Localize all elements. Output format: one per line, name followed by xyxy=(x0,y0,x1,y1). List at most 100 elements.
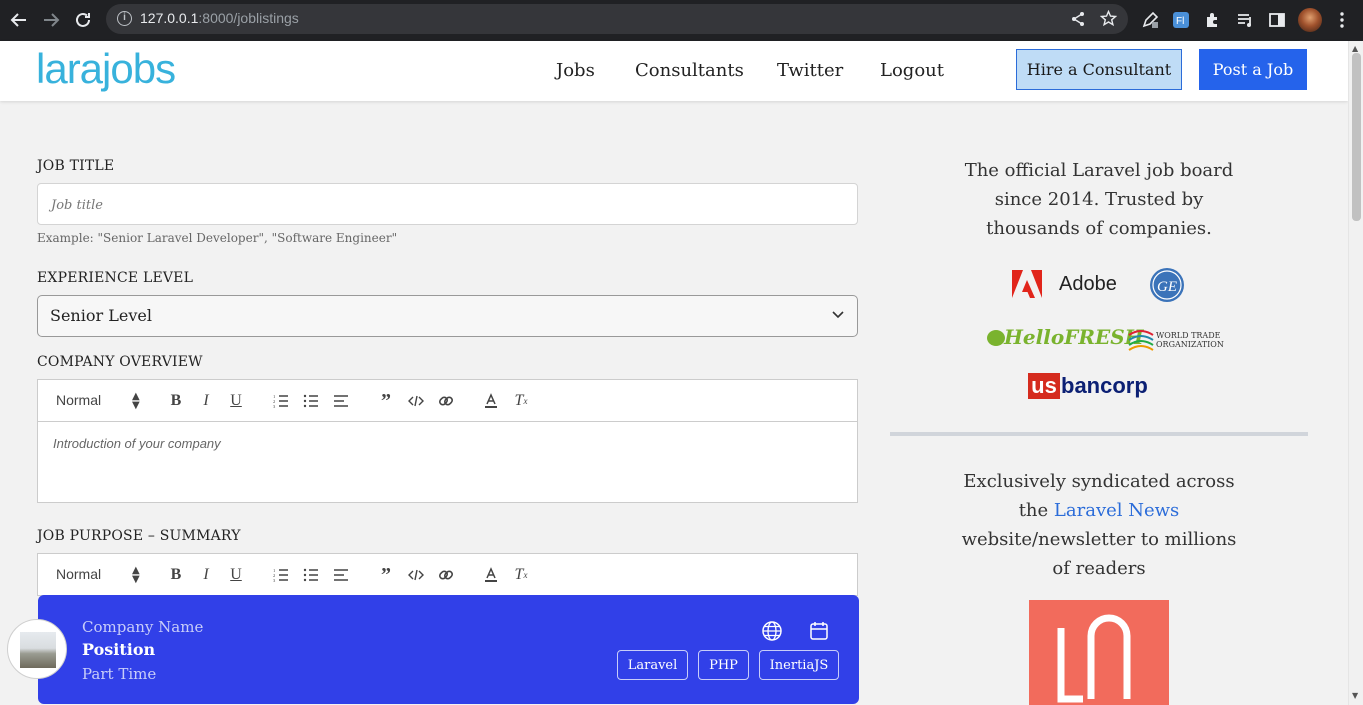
post-job-button[interactable]: Post a Job xyxy=(1199,49,1307,90)
ge-logo: GE xyxy=(1149,267,1185,307)
globe-icon[interactable] xyxy=(761,620,783,642)
preview-job-type: Part Time xyxy=(82,665,157,683)
browser-menu-icon[interactable] xyxy=(1332,10,1352,30)
job-title-hint: Example: "Senior Laravel Developer", "So… xyxy=(37,231,398,245)
company-overview-toolbar: Normal ▲ ▼ B I U 123 ” Tx xyxy=(37,379,858,422)
reload-icon[interactable] xyxy=(72,9,94,31)
svg-text:GE: GE xyxy=(1157,279,1177,295)
sidebar-intro: The official Laravel job board since 201… xyxy=(950,156,1248,243)
blockquote-icon[interactable]: ” xyxy=(377,390,395,412)
job-title-label: JOB TITLE xyxy=(37,158,115,174)
tag-inertiajs[interactable]: InertiaJS xyxy=(759,650,839,680)
site-info-icon[interactable]: i xyxy=(117,11,132,26)
company-overview-editor[interactable]: Introduction of your company xyxy=(37,422,858,503)
tag-php[interactable]: PHP xyxy=(698,650,749,680)
wto-logo: WORLD TRADE ORGANIZATION xyxy=(1127,325,1224,357)
job-title-placeholder: Job title xyxy=(51,198,103,213)
adobe-wordmark: Adobe xyxy=(1059,273,1117,295)
job-purpose-label: JOB PURPOSE – SUMMARY xyxy=(37,528,241,544)
bookmark-star-icon[interactable] xyxy=(1099,9,1118,31)
wto-wordmark-line1: WORLD TRADE xyxy=(1156,331,1221,340)
text-color-icon[interactable] xyxy=(482,566,500,584)
experience-level-label: EXPERIENCE LEVEL xyxy=(37,270,194,286)
underline-icon[interactable]: U xyxy=(227,566,245,584)
experience-level-value: Senior Level xyxy=(50,306,152,325)
nav-logout[interactable]: Logout xyxy=(880,60,944,81)
wto-wordmark-line2: ORGANIZATION xyxy=(1156,340,1224,349)
format-select[interactable]: Normal xyxy=(56,392,101,408)
syndication-line: Exclusively syndicated across xyxy=(963,471,1235,492)
laravel-news-link[interactable]: Laravel News xyxy=(1054,500,1179,521)
code-icon[interactable] xyxy=(407,392,425,410)
scrollbar-thumb[interactable] xyxy=(1352,53,1361,221)
calendar-icon[interactable] xyxy=(808,620,830,642)
ge-monogram-icon: GE xyxy=(1150,268,1184,302)
ordered-list-icon[interactable]: 123 xyxy=(272,392,290,410)
syndication-line: of readers xyxy=(1052,558,1146,579)
syndication-the: the xyxy=(1018,500,1049,521)
underline-icon[interactable]: U xyxy=(227,392,245,410)
job-preview-card[interactable]: Company Name Position Part Time Laravel … xyxy=(38,595,859,704)
back-icon[interactable] xyxy=(8,9,30,31)
experience-level-select[interactable]: Senior Level xyxy=(37,295,858,337)
sidebar-intro-line: The official Laravel job board xyxy=(964,160,1234,181)
italic-icon[interactable]: I xyxy=(197,392,215,410)
text-color-icon[interactable] xyxy=(482,392,500,410)
site-logo[interactable]: larajobs xyxy=(36,45,176,93)
company-logo-avatar[interactable] xyxy=(7,619,67,679)
browser-chrome: i 127.0.0.1:8000/joblistings Fl xyxy=(0,0,1363,41)
nav-twitter[interactable]: Twitter xyxy=(777,60,843,81)
scroll-down-icon[interactable]: ▼ xyxy=(1352,691,1358,700)
bold-icon[interactable]: B xyxy=(167,566,185,584)
laravel-news-logo[interactable] xyxy=(1029,600,1169,705)
bullet-list-icon[interactable] xyxy=(302,566,320,584)
link-icon[interactable] xyxy=(437,566,455,584)
profile-avatar[interactable] xyxy=(1298,8,1322,32)
laravel-news-ln-icon xyxy=(1057,614,1131,703)
forward-icon[interactable] xyxy=(40,9,62,31)
extensions-puzzle-icon[interactable] xyxy=(1203,10,1223,30)
company-logo-image xyxy=(20,632,56,668)
sidebar-syndication: Exclusively syndicated across the Larave… xyxy=(950,467,1248,583)
adobe-logo: Adobe xyxy=(1012,270,1117,302)
bold-icon[interactable]: B xyxy=(167,392,185,410)
nav-jobs[interactable]: Jobs xyxy=(556,60,595,81)
job-title-input[interactable]: Job title xyxy=(37,183,858,225)
pen-extension-icon[interactable] xyxy=(1140,10,1160,30)
company-overview-placeholder: Introduction of your company xyxy=(53,436,221,451)
nav-consultants[interactable]: Consultants xyxy=(635,60,744,81)
lime-icon xyxy=(987,330,1005,346)
site-header: larajobs Jobs Consultants Twitter Logout… xyxy=(0,41,1348,101)
italic-icon[interactable]: I xyxy=(197,566,215,584)
extension-badge-icon[interactable]: Fl xyxy=(1171,10,1191,30)
sidebar-intro-line: thousands of companies. xyxy=(986,218,1212,239)
ordered-list-icon[interactable]: 123 xyxy=(272,566,290,584)
page-scrollbar[interactable]: ▲ ▼ xyxy=(1348,41,1363,705)
clear-format-icon[interactable]: Tx xyxy=(512,392,530,410)
tag-laravel[interactable]: Laravel xyxy=(617,650,688,680)
hire-consultant-button[interactable]: Hire a Consultant xyxy=(1016,49,1182,90)
align-icon[interactable] xyxy=(332,392,350,410)
bullet-list-icon[interactable] xyxy=(302,392,320,410)
chevron-down-icon xyxy=(832,311,844,319)
link-icon[interactable] xyxy=(437,392,455,410)
media-queue-icon[interactable] xyxy=(1235,10,1255,30)
url-text: 127.0.0.1:8000/joblistings xyxy=(140,10,299,26)
job-purpose-toolbar: Normal ▲ ▼ B I U 123 ” Tx xyxy=(37,553,858,596)
share-icon[interactable] xyxy=(1070,11,1086,31)
side-panel-icon[interactable] xyxy=(1267,10,1287,30)
sidebar-divider xyxy=(890,432,1308,436)
format-select-arrows-icon: ▲ ▼ xyxy=(132,565,140,585)
align-icon[interactable] xyxy=(332,566,350,584)
syndication-line: the Laravel News xyxy=(950,496,1248,525)
syndication-line: website/newsletter to millions xyxy=(961,529,1237,550)
format-select[interactable]: Normal xyxy=(56,566,101,582)
code-icon[interactable] xyxy=(407,566,425,584)
address-bar[interactable]: i 127.0.0.1:8000/joblistings xyxy=(106,4,1128,34)
clear-format-icon[interactable]: Tx xyxy=(512,566,530,584)
scroll-up-icon[interactable]: ▲ xyxy=(1352,44,1358,53)
usbancorp-wordmark: bancorp xyxy=(1061,373,1148,398)
wto-globe-icon xyxy=(1128,330,1154,351)
usbancorp-us-mark: us xyxy=(1028,373,1060,399)
blockquote-icon[interactable]: ” xyxy=(377,564,395,586)
